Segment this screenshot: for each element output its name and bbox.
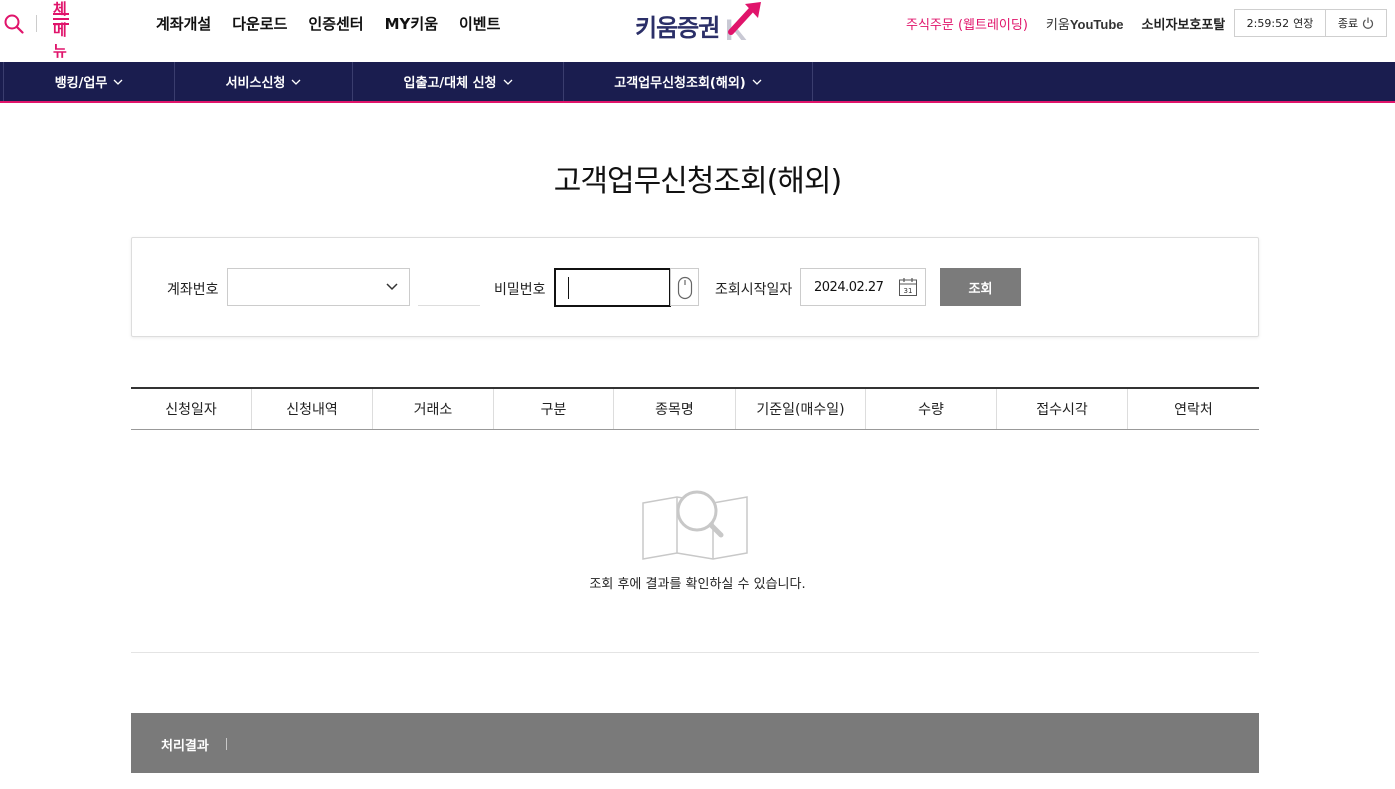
nav-cert-center[interactable]: 인증센터: [308, 13, 363, 34]
divider: [226, 738, 227, 750]
password-label: 비밀번호: [494, 282, 546, 298]
nav-account-open[interactable]: 계좌개설: [156, 13, 211, 34]
chevron-down-icon: [386, 283, 398, 291]
column-header: 신청일자: [131, 389, 252, 429]
web-trading-link[interactable]: 주식주문 (웹트레이딩): [906, 14, 1028, 33]
kiwoom-logo[interactable]: 키움증권 K: [635, 2, 765, 44]
gnb-item-overseas-inquiry[interactable]: 고객업무신청조회(해외): [564, 62, 813, 101]
column-header: 신청내역: [252, 389, 373, 429]
session-extend-button[interactable]: 2:59:52 연장: [1235, 10, 1326, 36]
query-button[interactable]: 조회: [940, 268, 1021, 306]
logout-label: 종료: [1337, 17, 1359, 30]
gnb-item-label: 뱅킹/업무: [54, 76, 108, 91]
column-header: 연락처: [1174, 402, 1213, 418]
nav-download[interactable]: 다운로드: [232, 13, 287, 34]
utility-links: 주식주문 (웹트레이딩) 키움YouTube 소비자보호포탈: [906, 14, 1225, 33]
column-header: 종목명: [614, 389, 736, 429]
logo-text: 키움증권: [635, 14, 720, 42]
youtube-wordmark: YouTube: [1069, 17, 1124, 32]
start-date-label: 조회시작일자: [715, 282, 793, 298]
all-menu-label: 전체메뉴: [53, 0, 67, 60]
session-timer: 2:59:52: [1246, 16, 1290, 30]
account-select[interactable]: [227, 268, 410, 306]
password-input[interactable]: [554, 268, 671, 307]
consumer-portal-link[interactable]: 소비자보호포탈: [1142, 14, 1226, 33]
column-header: 기준일(매수일): [736, 389, 866, 429]
result-label: 처리결과: [161, 739, 209, 754]
nav-my-kiwoom[interactable]: MY키움: [385, 13, 438, 34]
start-date-value: 2024.02.27: [814, 280, 884, 295]
youtube-link[interactable]: 키움YouTube: [1046, 14, 1124, 33]
gnb-item-label: 입출고/대체 신청: [403, 76, 497, 91]
result-panel: 처리결과: [131, 713, 1259, 773]
virtual-keyboard-button[interactable]: [670, 268, 699, 306]
top-header: 전체메뉴 계좌개설 다운로드 인증센터 MY키움 이벤트 키움증권 K 주식주문…: [0, 0, 1395, 62]
power-icon: [1363, 17, 1374, 29]
chevron-down-icon: [503, 79, 512, 85]
calendar-day: 31: [904, 287, 913, 295]
section-divider: [131, 652, 1259, 653]
top-nav: 계좌개설 다운로드 인증센터 MY키움 이벤트: [156, 13, 500, 34]
main-nav-bar: 뱅킹/업무 서비스신청 입출고/대체 신청 고객업무신청조회(해외): [0, 62, 1395, 103]
empty-state-message: 조회 후에 결과를 확인하실 수 있습니다.: [589, 577, 806, 592]
extend-label: 연장: [1293, 17, 1314, 30]
search-panel: 계좌번호 비밀번호 조회시작일자 2024.02.27 31 조회: [131, 237, 1259, 337]
logo-mark-icon: K: [725, 2, 761, 44]
chevron-down-icon: [752, 79, 762, 85]
nav-event[interactable]: 이벤트: [459, 13, 500, 34]
page-title: 고객업무신청조회(해외): [553, 164, 842, 199]
mouse-icon: [677, 276, 693, 300]
calendar-icon[interactable]: 31: [898, 277, 918, 297]
search-icon[interactable]: [4, 14, 24, 34]
gnb-item-label: 고객업무신청조회(해외): [614, 76, 746, 91]
chevron-down-icon: [113, 79, 123, 85]
account-extra-field[interactable]: [418, 305, 480, 306]
gnb-item-service[interactable]: 서비스신청: [175, 62, 353, 101]
divider: [36, 15, 37, 32]
session-box: 2:59:52 연장 종료: [1234, 9, 1387, 37]
results-table-header: 신청일자 신청내역 거래소 구분 종목명 기준일(매수일) 수량 접수시각 연락…: [131, 387, 1259, 430]
column-header: 접수시각: [997, 389, 1128, 429]
gnb-item-transfer[interactable]: 입출고/대체 신청: [353, 62, 564, 101]
text-caret: [568, 277, 569, 299]
start-date-input[interactable]: 2024.02.27 31: [800, 268, 926, 306]
chevron-down-icon: [291, 79, 301, 85]
empty-search-icon: [642, 490, 748, 560]
column-header: 구분: [494, 389, 614, 429]
all-menu-button[interactable]: 전체메뉴: [53, 0, 69, 60]
account-label: 계좌번호: [167, 282, 219, 298]
youtube-prefix: 키움: [1045, 18, 1070, 33]
gnb-item-banking[interactable]: 뱅킹/업무: [4, 62, 175, 101]
column-header: 수량: [866, 389, 997, 429]
logout-button[interactable]: 종료: [1326, 10, 1386, 36]
column-header: 거래소: [373, 389, 494, 429]
gnb-item-label: 서비스신청: [225, 76, 286, 91]
